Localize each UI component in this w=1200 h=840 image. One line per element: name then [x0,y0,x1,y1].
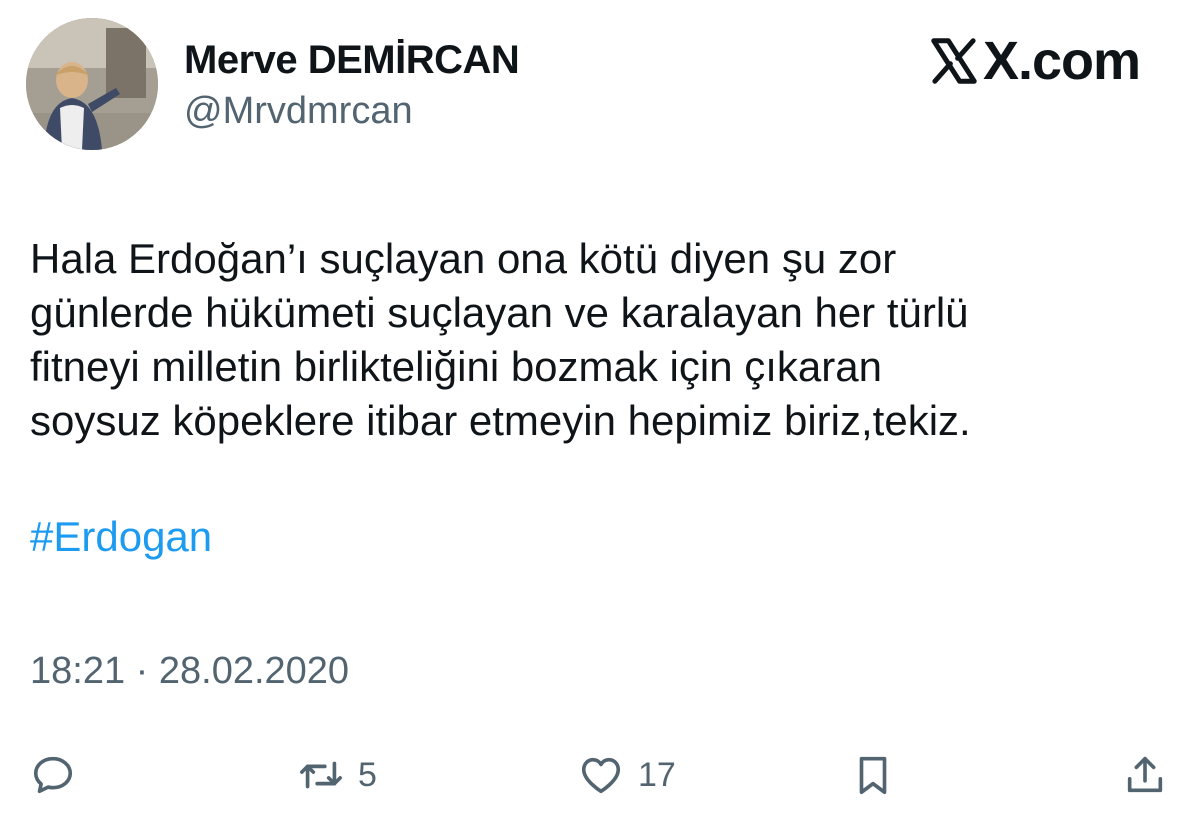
avatar-photo [26,18,158,150]
tweet-timestamp[interactable]: 18:21 · 28.02.2020 [30,650,349,693]
x-logo-icon [931,38,977,84]
brand-watermark: X.com [927,30,1141,92]
like-count: 17 [638,755,676,794]
brand-label: X.com [982,31,1141,91]
author-handle[interactable]: @Mrvdmrcan [184,90,413,133]
heart-icon [581,757,621,794]
reply-icon [33,756,73,794]
tweet-text: Hala Erdoğan’ı suçlayan ona kötü diyen ş… [30,235,971,444]
action-bar: 5 17 [0,740,1200,810]
retweet-count: 5 [358,755,377,794]
tweet-card: Merve DEMİRCAN @Mrvdmrcan X.com Hala Erd… [0,0,1200,840]
bookmark-button[interactable] [850,740,896,810]
avatar[interactable] [26,18,158,150]
like-button[interactable]: 17 [578,740,676,810]
hashtag-link[interactable]: #Erdogan [30,510,212,564]
retweet-icon [300,761,342,789]
share-button[interactable] [1122,740,1168,810]
retweet-button[interactable]: 5 [298,740,377,810]
bookmark-icon [859,756,887,795]
share-icon [1127,756,1163,793]
author-display-name[interactable]: Merve DEMİRCAN [184,38,520,83]
reply-button[interactable] [30,740,76,810]
